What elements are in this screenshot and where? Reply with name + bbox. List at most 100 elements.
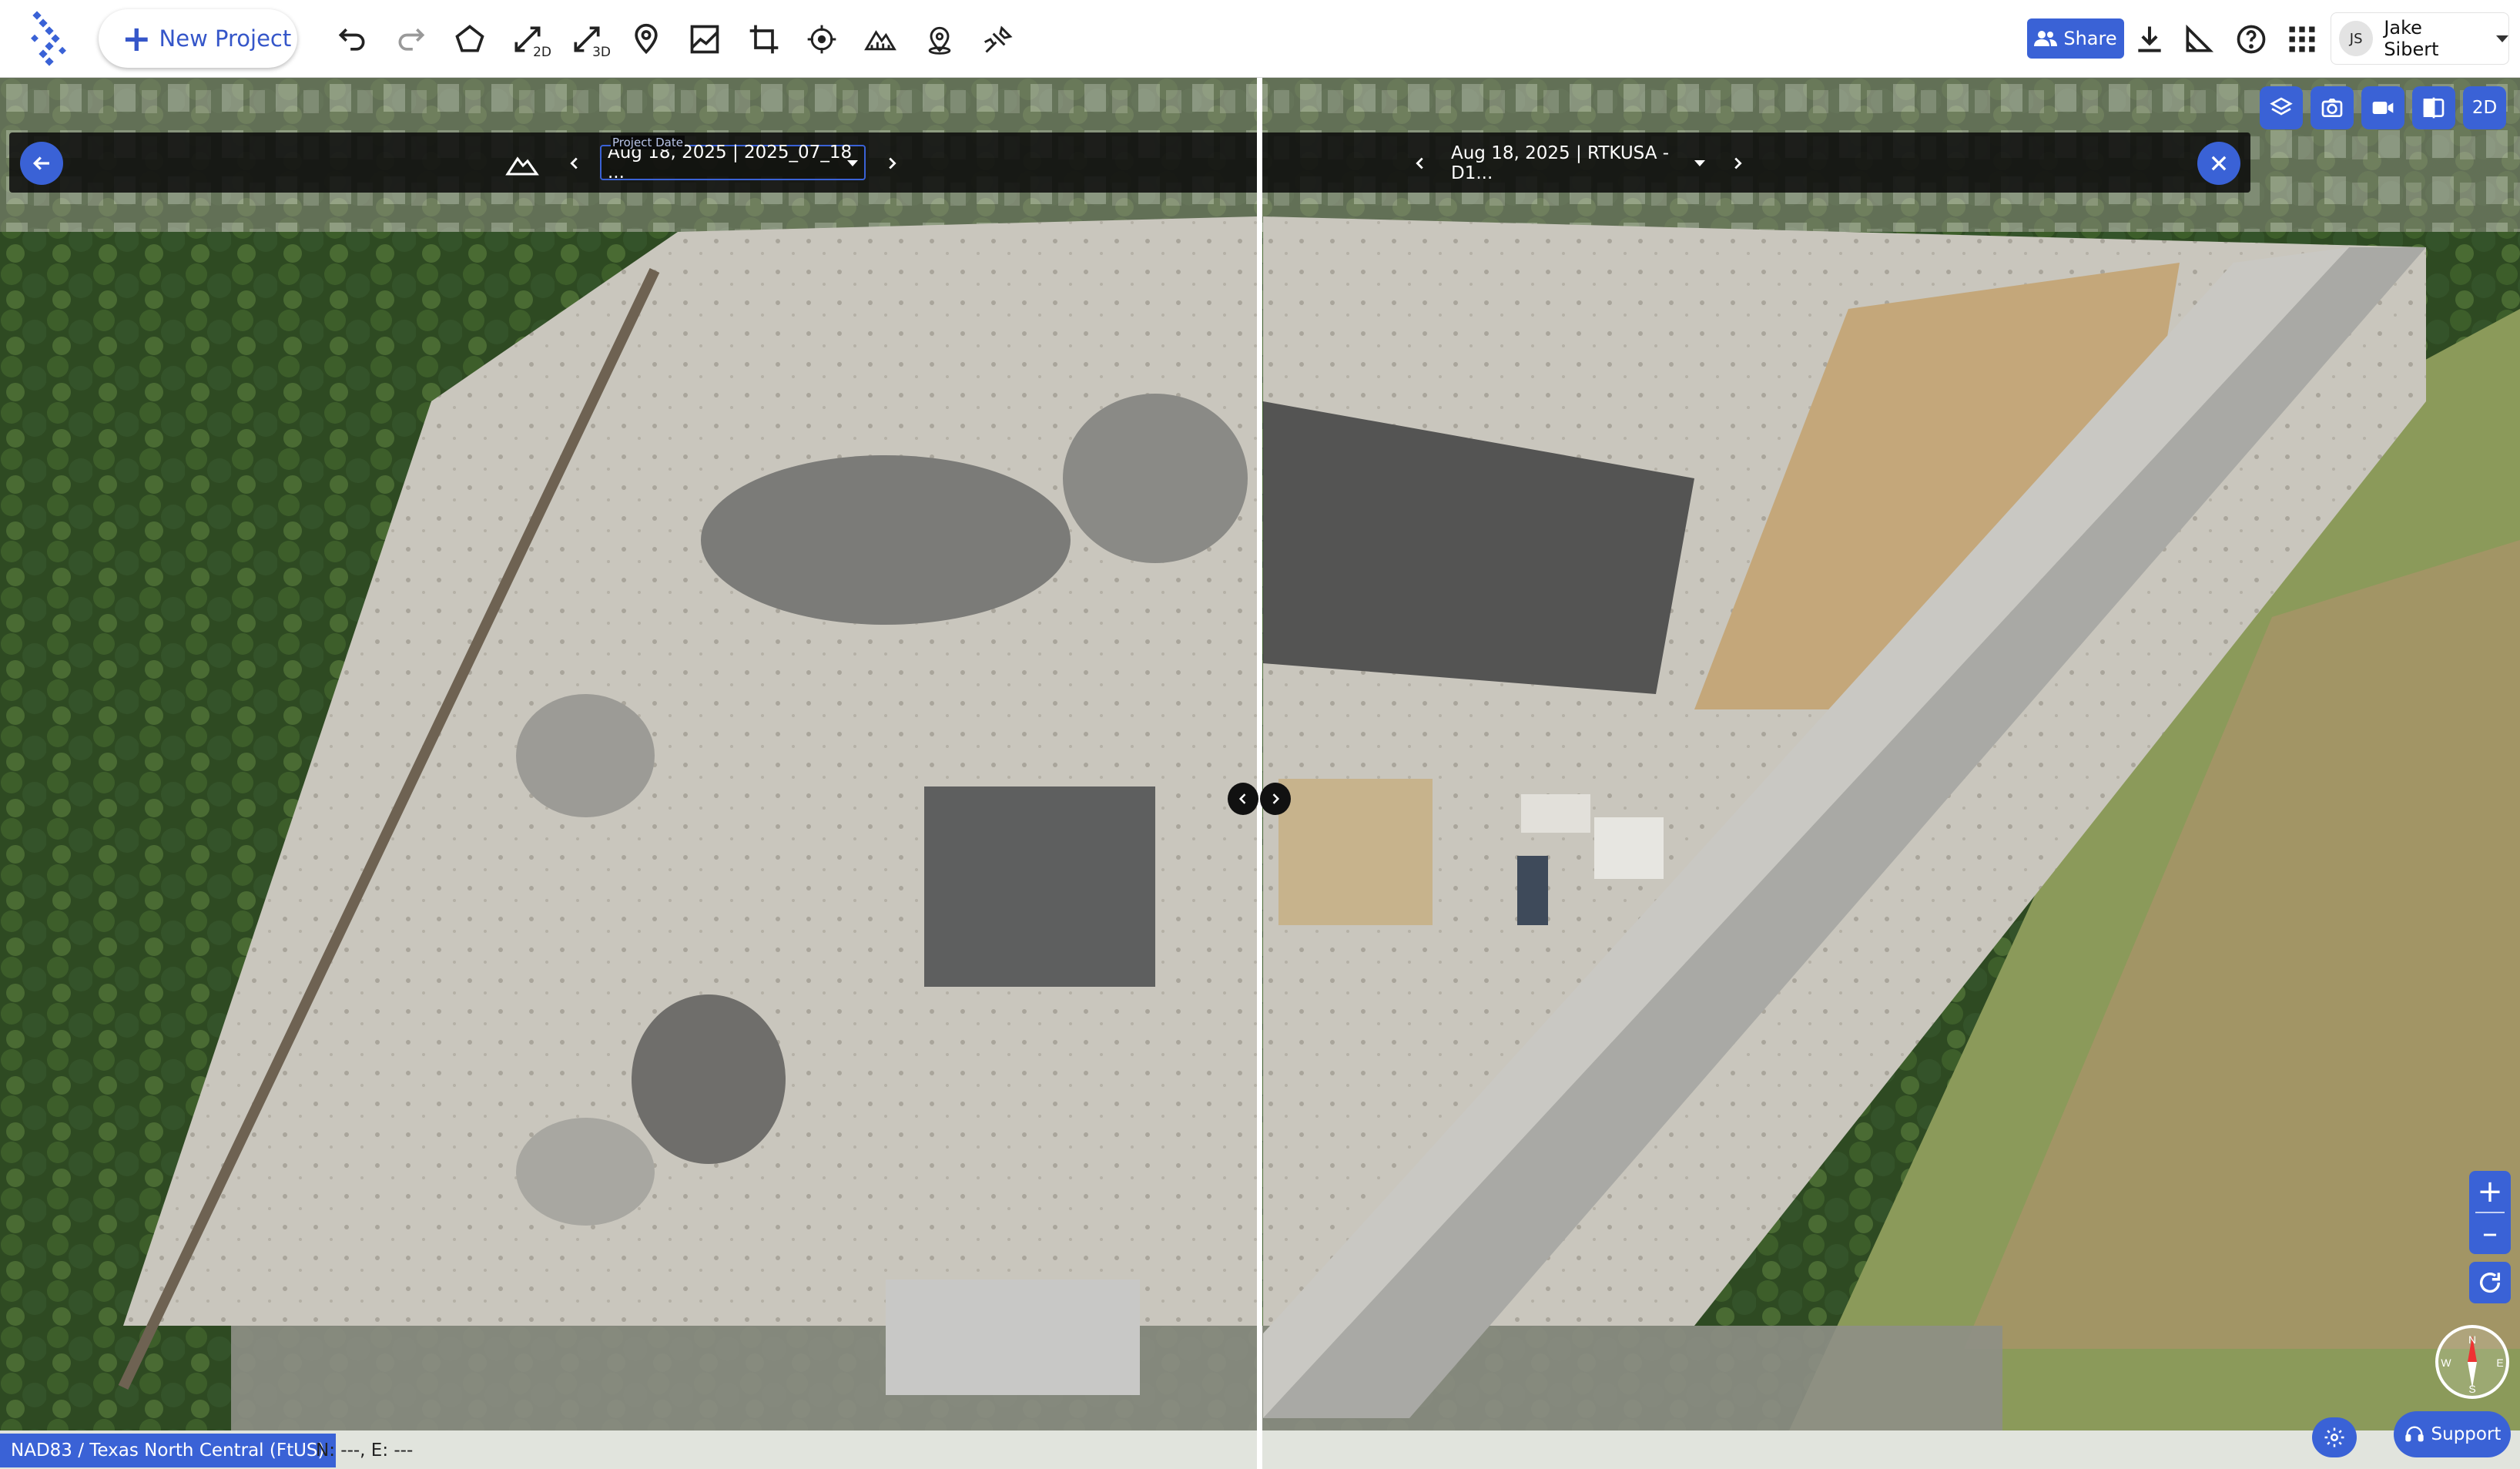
profile-tool-button[interactable] (682, 17, 727, 62)
screenshot-button[interactable] (2311, 86, 2354, 129)
new-project-button[interactable]: + New Project (99, 9, 297, 68)
chevron-left-icon (1238, 793, 1246, 804)
back-button[interactable] (20, 142, 63, 185)
terrain-toggle-button[interactable] (505, 148, 539, 179)
support-button[interactable]: Support (2394, 1411, 2511, 1457)
volume-icon (864, 30, 896, 51)
apps-button[interactable] (2280, 17, 2324, 62)
split-right-arrow[interactable] (1260, 783, 1291, 815)
undo-icon (338, 28, 365, 51)
right-next-date-button[interactable] (1724, 149, 1751, 177)
chevron-right-icon (1734, 157, 1742, 169)
plus-icon: + (122, 18, 152, 59)
compass[interactable]: N S E W (2435, 1325, 2509, 1399)
crop-icon (749, 25, 779, 54)
measure-3d-sub: 3D (592, 45, 611, 60)
headset-icon (2404, 1426, 2424, 1442)
left-project-date-select[interactable]: Project Date Aug 18, 2025 | 2025_07_18 .… (600, 136, 866, 183)
right-date-value: Aug 18, 2025 | RTKUSA - D1... (1451, 143, 1670, 183)
compass-e: E (2496, 1357, 2503, 1369)
chevron-down-icon (2496, 35, 2508, 42)
zoom-out-button[interactable]: – (2469, 1212, 2511, 1254)
profile-icon (690, 25, 719, 54)
support-label: Support (2431, 1424, 2502, 1444)
video-icon (2372, 102, 2394, 114)
zoom-divider (2475, 1212, 2505, 1213)
zoom-in-button[interactable]: + (2469, 1171, 2511, 1212)
split-divider[interactable] (1257, 78, 1262, 1469)
share-label: Share (2063, 28, 2117, 49)
help-icon (2237, 25, 2266, 54)
chevron-down-icon (1694, 160, 1705, 166)
accessibility-button[interactable] (2312, 1417, 2357, 1457)
ruler-angle-icon (2186, 24, 2214, 52)
redo-icon (398, 28, 425, 51)
gcp-icon (928, 26, 951, 55)
compare-split-button[interactable] (2412, 86, 2455, 129)
download-button[interactable] (2127, 17, 2172, 62)
apps-grid-icon (2289, 26, 2315, 52)
arrow-left-icon (32, 156, 49, 170)
view-mode-label: 2D (2471, 98, 2498, 118)
target-icon (807, 25, 836, 54)
undo-button[interactable] (330, 17, 374, 62)
user-menu[interactable]: JS Jake Sibert (2331, 12, 2509, 65)
left-previous-date-button[interactable] (561, 149, 588, 177)
record-video-button[interactable] (2361, 86, 2404, 129)
measure-3d-button[interactable]: 3D (565, 17, 611, 62)
polygon-tool-button[interactable] (447, 17, 492, 62)
reset-rotation-button[interactable] (2469, 1262, 2511, 1303)
rotate-icon (2479, 1273, 2501, 1293)
measure-2d-button[interactable]: 2D (505, 17, 551, 62)
app-logo[interactable] (26, 8, 72, 69)
share-button[interactable]: Share (2027, 18, 2124, 59)
gear-icon (2324, 1427, 2344, 1447)
split-left-arrow[interactable] (1228, 783, 1258, 815)
right-previous-date-button[interactable] (1406, 149, 1434, 177)
camera-icon (2321, 99, 2343, 117)
zoom-controls: + – (2469, 1171, 2511, 1254)
gcp-tool-button[interactable] (917, 17, 962, 62)
right-project-date-select[interactable]: Aug 18, 2025 | RTKUSA - D1... (1451, 143, 1705, 183)
top-toolbar: + New Project 2D 3D Share JS Jake Sibert (0, 0, 2520, 78)
measurements-button[interactable] (2177, 17, 2221, 62)
help-button[interactable] (2229, 17, 2274, 62)
chevron-left-icon (570, 157, 578, 169)
users-icon (2034, 31, 2058, 46)
compass-w: W (2441, 1357, 2451, 1369)
download-icon (2138, 26, 2161, 52)
avatar: JS (2339, 21, 2374, 56)
split-view-icon (2423, 97, 2445, 119)
compare-toolbar (9, 132, 2250, 193)
chevron-down-icon (847, 160, 858, 166)
compass-icon: N S E W (2441, 1333, 2503, 1395)
layers-icon (2270, 97, 2293, 116)
mountain-icon (505, 156, 539, 176)
chevron-right-icon (889, 157, 896, 169)
new-project-label: New Project (159, 25, 292, 52)
location-pin-icon (635, 23, 658, 55)
view-mode-toggle[interactable]: 2D (2463, 86, 2506, 129)
cursor-coordinates: N: ---, E: --- (316, 1440, 414, 1461)
crs-selector[interactable]: NAD83 / Texas North Central (FtUS) (0, 1434, 336, 1467)
measure-2d-sub: 2D (533, 45, 551, 60)
project-date-label: Project Date (611, 136, 685, 149)
compass-n: N (2468, 1333, 2476, 1346)
chevron-left-icon (1416, 157, 1423, 169)
left-next-date-button[interactable] (878, 149, 906, 177)
polygon-icon (455, 25, 484, 52)
close-icon (2211, 156, 2227, 171)
compass-s: S (2468, 1383, 2475, 1395)
split-handle[interactable] (1228, 783, 1291, 815)
annotation-icon (984, 25, 1013, 53)
chevron-right-icon (1272, 793, 1280, 804)
redo-button[interactable] (389, 17, 434, 62)
volume-tool-button[interactable] (858, 17, 903, 62)
close-compare-button[interactable] (2197, 142, 2240, 185)
location-pin-button[interactable] (624, 17, 669, 62)
layers-button[interactable] (2260, 86, 2303, 129)
annotation-tool-button[interactable] (977, 17, 1021, 62)
target-tool-button[interactable] (799, 17, 844, 62)
user-name: Jake Sibert (2384, 17, 2439, 60)
crop-tool-button[interactable] (742, 17, 786, 62)
